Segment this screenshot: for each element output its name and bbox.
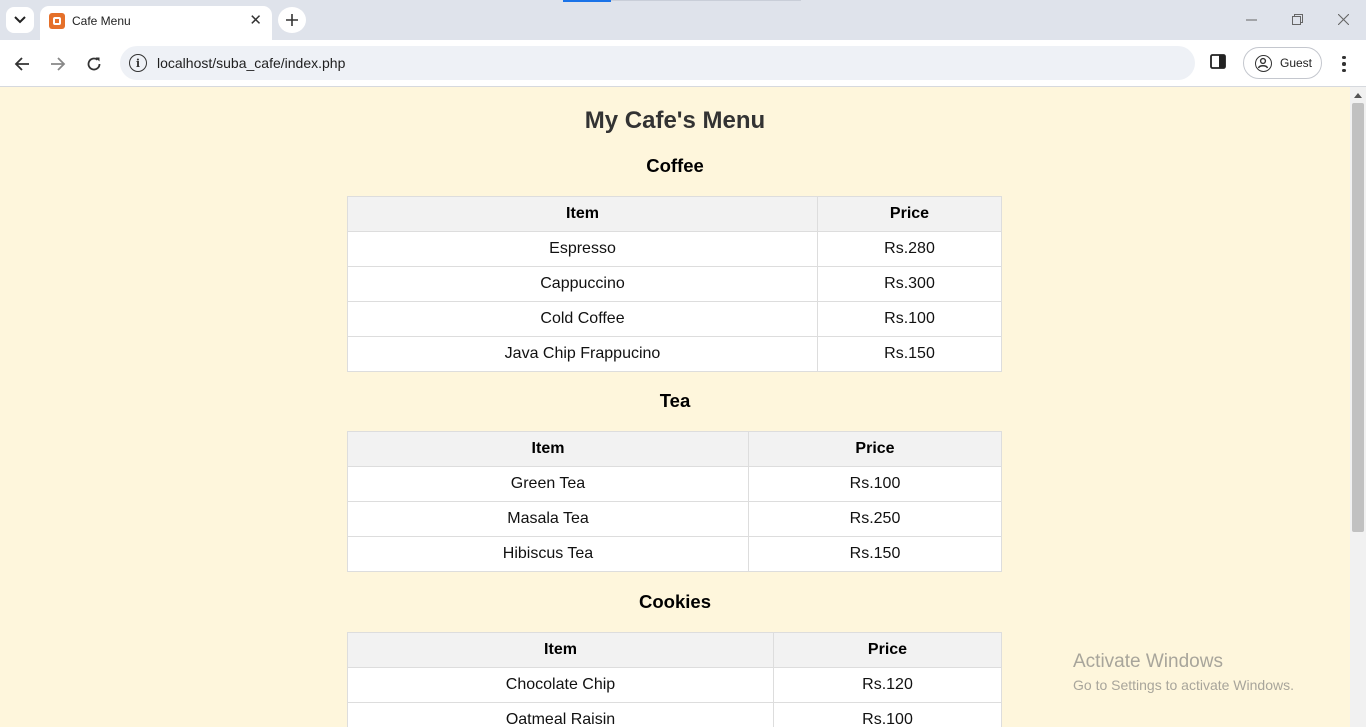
forward-button[interactable] — [46, 52, 70, 76]
item-price: Rs.250 — [748, 501, 1002, 537]
item-name: Java Chip Frappucino — [347, 336, 818, 372]
section-title-tea: Tea — [659, 390, 691, 411]
scrollbar-thumb[interactable] — [1352, 103, 1364, 532]
item-price: Rs.150 — [817, 336, 1002, 372]
scroll-up-arrow-icon[interactable] — [1354, 93, 1362, 98]
menu-table-tea: Item Price Green Tea Rs.100 Masala Tea Rs.… — [347, 431, 1002, 572]
item-price: Rs.100 — [773, 702, 1002, 727]
item-price: Rs.100 — [817, 301, 1002, 337]
item-price: Rs.280 — [817, 231, 1002, 267]
tab-loading-indicator — [563, 0, 611, 2]
item-price: Rs.120 — [773, 667, 1002, 703]
column-header-item: Item — [347, 632, 774, 668]
tab-strip-divider — [611, 0, 801, 1]
section-title-coffee: Coffee — [646, 155, 704, 176]
side-panel-icon — [1210, 54, 1226, 69]
item-price: Rs.300 — [817, 266, 1002, 302]
column-header-price: Price — [773, 632, 1002, 668]
tab-list-icon — [14, 16, 26, 24]
restore-icon[interactable] — [1287, 10, 1307, 30]
close-icon[interactable]: ✕ — [249, 12, 262, 30]
tab-list-button[interactable] — [6, 7, 34, 33]
menu-table-cookies: Item Price Chocolate Chip Rs.120 Oatmeal … — [347, 632, 1002, 727]
tab-strip: Cafe Menu ✕ — [0, 0, 1366, 40]
profile-icon — [1255, 55, 1272, 72]
table-row: Masala Tea Rs.250 — [347, 501, 1002, 537]
minimize-icon[interactable] — [1241, 10, 1261, 30]
side-panel-button[interactable] — [1210, 54, 1230, 72]
profile-label: Guest — [1280, 56, 1313, 70]
tab-title: Cafe Menu — [72, 14, 131, 28]
plus-icon — [286, 14, 298, 26]
item-name: Green Tea — [347, 466, 749, 502]
page-title: My Cafe's Menu — [584, 107, 766, 134]
new-tab-button[interactable] — [278, 7, 306, 33]
reload-icon — [87, 57, 101, 71]
item-name: Oatmeal Raisin — [347, 702, 774, 727]
section-title-cookies: Cookies — [639, 591, 711, 612]
activate-windows-watermark: Activate Windows Go to Settings to activ… — [1073, 651, 1294, 693]
page-viewport: My Cafe's Menu Coffee Item Price Espress… — [0, 87, 1350, 727]
active-tab[interactable]: Cafe Menu ✕ — [40, 6, 272, 40]
reload-button[interactable] — [82, 52, 106, 76]
url-text[interactable]: localhost/suba_cafe/index.php — [157, 55, 345, 71]
vertical-scrollbar[interactable] — [1350, 87, 1366, 727]
item-price: Rs.100 — [748, 466, 1002, 502]
table-row: Espresso Rs.280 — [347, 231, 1002, 267]
column-header-item: Item — [347, 431, 749, 467]
kebab-menu-icon[interactable] — [1334, 52, 1354, 76]
table-row: Java Chip Frappucino Rs.150 — [347, 336, 1002, 372]
watermark-subtitle: Go to Settings to activate Windows. — [1073, 677, 1294, 693]
browser-toolbar: i localhost/suba_cafe/index.php Guest — [0, 40, 1366, 87]
item-name: Masala Tea — [347, 501, 749, 537]
item-price: Rs.150 — [748, 536, 1002, 572]
back-button[interactable] — [10, 52, 34, 76]
item-name: Espresso — [347, 231, 818, 267]
xampp-favicon-icon — [49, 13, 65, 29]
item-name: Cappuccino — [347, 266, 818, 302]
address-bar[interactable]: i localhost/suba_cafe/index.php — [120, 46, 1195, 80]
back-arrow-icon — [14, 57, 29, 71]
forward-arrow-icon — [51, 57, 66, 71]
table-row: Chocolate Chip Rs.120 — [347, 667, 1002, 703]
profile-button[interactable]: Guest — [1243, 47, 1322, 79]
column-header-price: Price — [748, 431, 1002, 467]
table-row: Hibiscus Tea Rs.150 — [347, 536, 1002, 572]
menu-table-coffee: Item Price Espresso Rs.280 Cappuccino Rs.3… — [347, 196, 1002, 372]
watermark-title: Activate Windows — [1073, 651, 1223, 672]
table-row: Green Tea Rs.100 — [347, 466, 1002, 502]
table-row: Cappuccino Rs.300 — [347, 266, 1002, 302]
table-row: Oatmeal Raisin Rs.100 — [347, 702, 1002, 727]
item-name: Chocolate Chip — [347, 667, 774, 703]
site-info-icon[interactable]: i — [129, 54, 147, 72]
table-row: Cold Coffee Rs.100 — [347, 301, 1002, 337]
column-header-item: Item — [347, 196, 818, 232]
item-name: Hibiscus Tea — [347, 536, 749, 572]
window-close-icon[interactable] — [1333, 10, 1353, 30]
item-name: Cold Coffee — [347, 301, 818, 337]
column-header-price: Price — [817, 196, 1002, 232]
